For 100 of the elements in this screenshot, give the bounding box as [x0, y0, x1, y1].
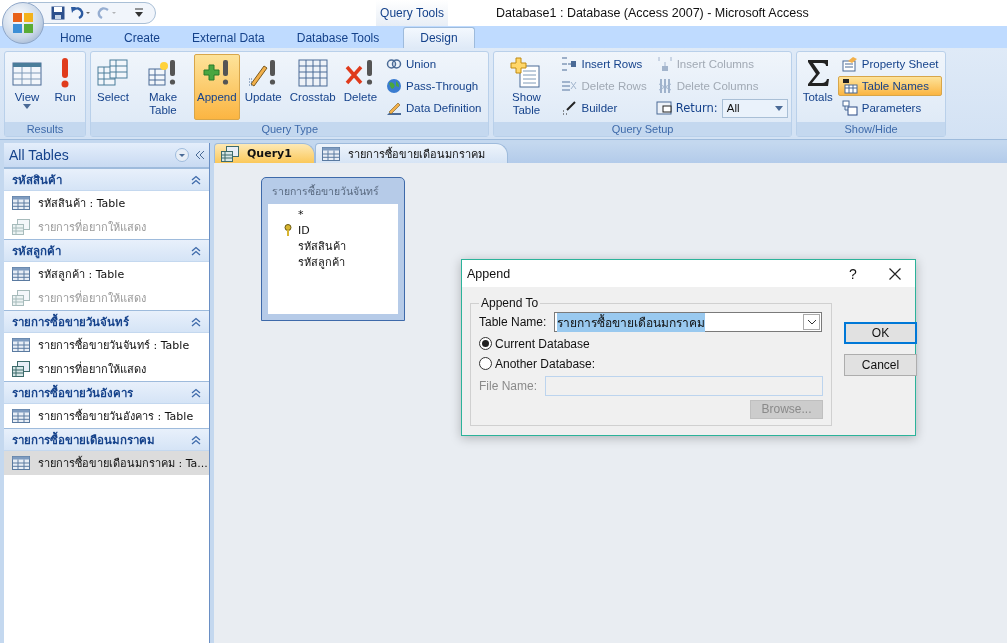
- table-icon: [12, 456, 30, 470]
- undo-icon[interactable]: [71, 6, 91, 20]
- collapse-icon[interactable]: [191, 387, 201, 398]
- table-icon: [321, 146, 340, 161]
- file-name-label: File Name:: [479, 378, 537, 393]
- ribbon-button[interactable]: Data Definition: [382, 98, 486, 118]
- insert-columns-icon: [656, 56, 673, 72]
- database-option[interactable]: Current Database: [479, 336, 823, 352]
- collapse-icon[interactable]: [191, 174, 201, 185]
- return-dropdown[interactable]: All: [721, 98, 788, 118]
- nav-group-header[interactable]: รายการซื้อขายเดือนมกราคม: [4, 428, 209, 451]
- collapse-icon[interactable]: [191, 245, 201, 256]
- document-tab[interactable]: รายการซื้อขายเดือนมกราคม: [314, 143, 508, 163]
- group-label: Query Setup: [494, 122, 791, 136]
- nav-item[interactable]: รายการซื้อขายวันอังคาร : Table: [4, 404, 209, 428]
- nav-item[interactable]: รหัสสินค้า : Table: [4, 191, 209, 215]
- exclamation-icon: [61, 58, 69, 88]
- radio-button[interactable]: [479, 357, 492, 371]
- ribbon-button[interactable]: Insert Rows: [557, 54, 651, 74]
- rings-icon: [386, 56, 403, 72]
- dialog-title: Append: [467, 266, 512, 281]
- nav-group-header[interactable]: รหัสลูกค้า: [4, 239, 209, 262]
- nav-group-header[interactable]: รหัสสินค้า: [4, 168, 209, 191]
- globe-icon: [386, 78, 403, 94]
- table-icon: [12, 196, 30, 210]
- ribbon-tab[interactable]: Create: [108, 27, 177, 48]
- field-name[interactable]: ID: [298, 223, 310, 237]
- collapse-icon[interactable]: [191, 316, 201, 327]
- delete-columns-icon: [656, 78, 673, 94]
- nav-group-title: รายการซื้อขายเดือนมกราคม: [12, 430, 155, 449]
- dialog-button[interactable]: Cancel: [844, 354, 917, 376]
- dropdown-icon[interactable]: [175, 148, 189, 162]
- dialog-button[interactable]: OK: [844, 322, 917, 344]
- help-button[interactable]: ?: [839, 260, 867, 287]
- ribbon-tab[interactable]: Design: [403, 27, 475, 48]
- dropdown-arrow-icon: [774, 105, 783, 111]
- top-values-icon: [655, 100, 672, 116]
- field-list-title: รายการซื้อขายวันจันทร์: [271, 183, 380, 199]
- table-name-label: Table Name:: [479, 315, 547, 329]
- ribbon-button[interactable]: Union: [382, 54, 486, 74]
- ribbon-button[interactable]: Builder: [557, 98, 651, 118]
- nav-item[interactable]: รายการซื้อขายเดือนมกราคม : Ta...: [4, 451, 209, 475]
- nav-item[interactable]: รายการที่อยากให้แสดง: [4, 357, 209, 381]
- nav-pane-title[interactable]: All Tables: [9, 147, 69, 163]
- ribbon-button[interactable]: View: [8, 54, 46, 120]
- group-label: Show/Hide: [796, 122, 946, 136]
- field-name[interactable]: รหัสลูกค้า: [298, 253, 345, 271]
- ribbon-tab[interactable]: External Data: [176, 27, 281, 48]
- field-name[interactable]: รหัสสินค้า: [298, 237, 346, 255]
- table-icon: [12, 409, 30, 423]
- ribbon-tab[interactable]: Database Tools: [280, 27, 396, 48]
- document-tab[interactable]: Query1: [214, 143, 315, 163]
- ribbon-button[interactable]: Show Table: [497, 54, 556, 120]
- group-label: Query Type: [91, 122, 489, 136]
- nav-group-title: รหัสสินค้า: [12, 171, 62, 189]
- ribbon-button[interactable]: Run: [48, 54, 82, 120]
- query-icon: [12, 219, 30, 235]
- nav-item[interactable]: รายการซื้อขายวันจันทร์ : Table: [4, 333, 209, 357]
- ribbon-button[interactable]: Update: [241, 54, 285, 120]
- nav-group-title: รายการซื้อขายวันจันทร์: [12, 312, 129, 331]
- property-sheet-icon: [841, 56, 858, 72]
- ribbon-tab[interactable]: Home: [44, 27, 108, 48]
- save-icon[interactable]: [51, 6, 65, 20]
- ribbon-button[interactable]: Make Table: [134, 54, 192, 120]
- group-legend: Append To: [479, 296, 541, 310]
- delete-rows-icon: [561, 78, 578, 94]
- query-icon: [12, 361, 30, 377]
- ribbon-button[interactable]: Table Names: [837, 76, 943, 96]
- table-icon: [12, 338, 30, 352]
- nav-item[interactable]: รหัสลูกค้า : Table: [4, 262, 209, 286]
- field-list[interactable]: รายการซื้อขายวันจันทร์ * ID รหัสสินค้า รหัสลูกค้า: [261, 177, 405, 321]
- show-table-icon: [510, 57, 543, 89]
- nav-group-title: รายการซื้อขายวันอังคาร: [12, 383, 133, 402]
- collapse-icon[interactable]: [191, 434, 201, 445]
- radio-button[interactable]: [479, 337, 492, 351]
- collapse-pane-icon[interactable]: [195, 150, 205, 160]
- crosstab-icon: [296, 57, 329, 89]
- field-name[interactable]: *: [298, 207, 304, 221]
- table-names-icon: [841, 78, 858, 94]
- query-icon: [12, 290, 30, 306]
- sigma-icon: [806, 60, 829, 86]
- group-label: Results: [5, 122, 85, 136]
- database-option[interactable]: Another Database:: [479, 355, 823, 372]
- dropdown-arrow-icon: [23, 104, 31, 109]
- nav-group-header[interactable]: รายการซื้อขายวันอังคาร: [4, 381, 209, 404]
- tables-icon: [97, 57, 129, 89]
- ribbon-button[interactable]: Select: [94, 54, 132, 120]
- ribbon-button[interactable]: Delete: [340, 54, 381, 120]
- ribbon-button[interactable]: Pass-Through: [382, 76, 486, 96]
- ribbon-button[interactable]: Parameters: [837, 98, 943, 118]
- table-name-field[interactable]: รายการซื้อขายเดือนมกราคม: [554, 312, 823, 332]
- nav-group-title: รหัสลูกค้า: [12, 242, 61, 260]
- return-label: Return:: [675, 101, 718, 115]
- customize-icon[interactable]: [135, 8, 143, 18]
- ribbon-button[interactable]: Crosstab: [286, 54, 339, 120]
- ribbon-button[interactable]: Totals: [799, 54, 836, 120]
- ribbon-button[interactable]: Property Sheet: [837, 54, 943, 74]
- nav-group-header[interactable]: รายการซื้อขายวันจันทร์: [4, 310, 209, 333]
- ribbon-button[interactable]: Append: [194, 54, 240, 120]
- wand-icon: [561, 100, 578, 116]
